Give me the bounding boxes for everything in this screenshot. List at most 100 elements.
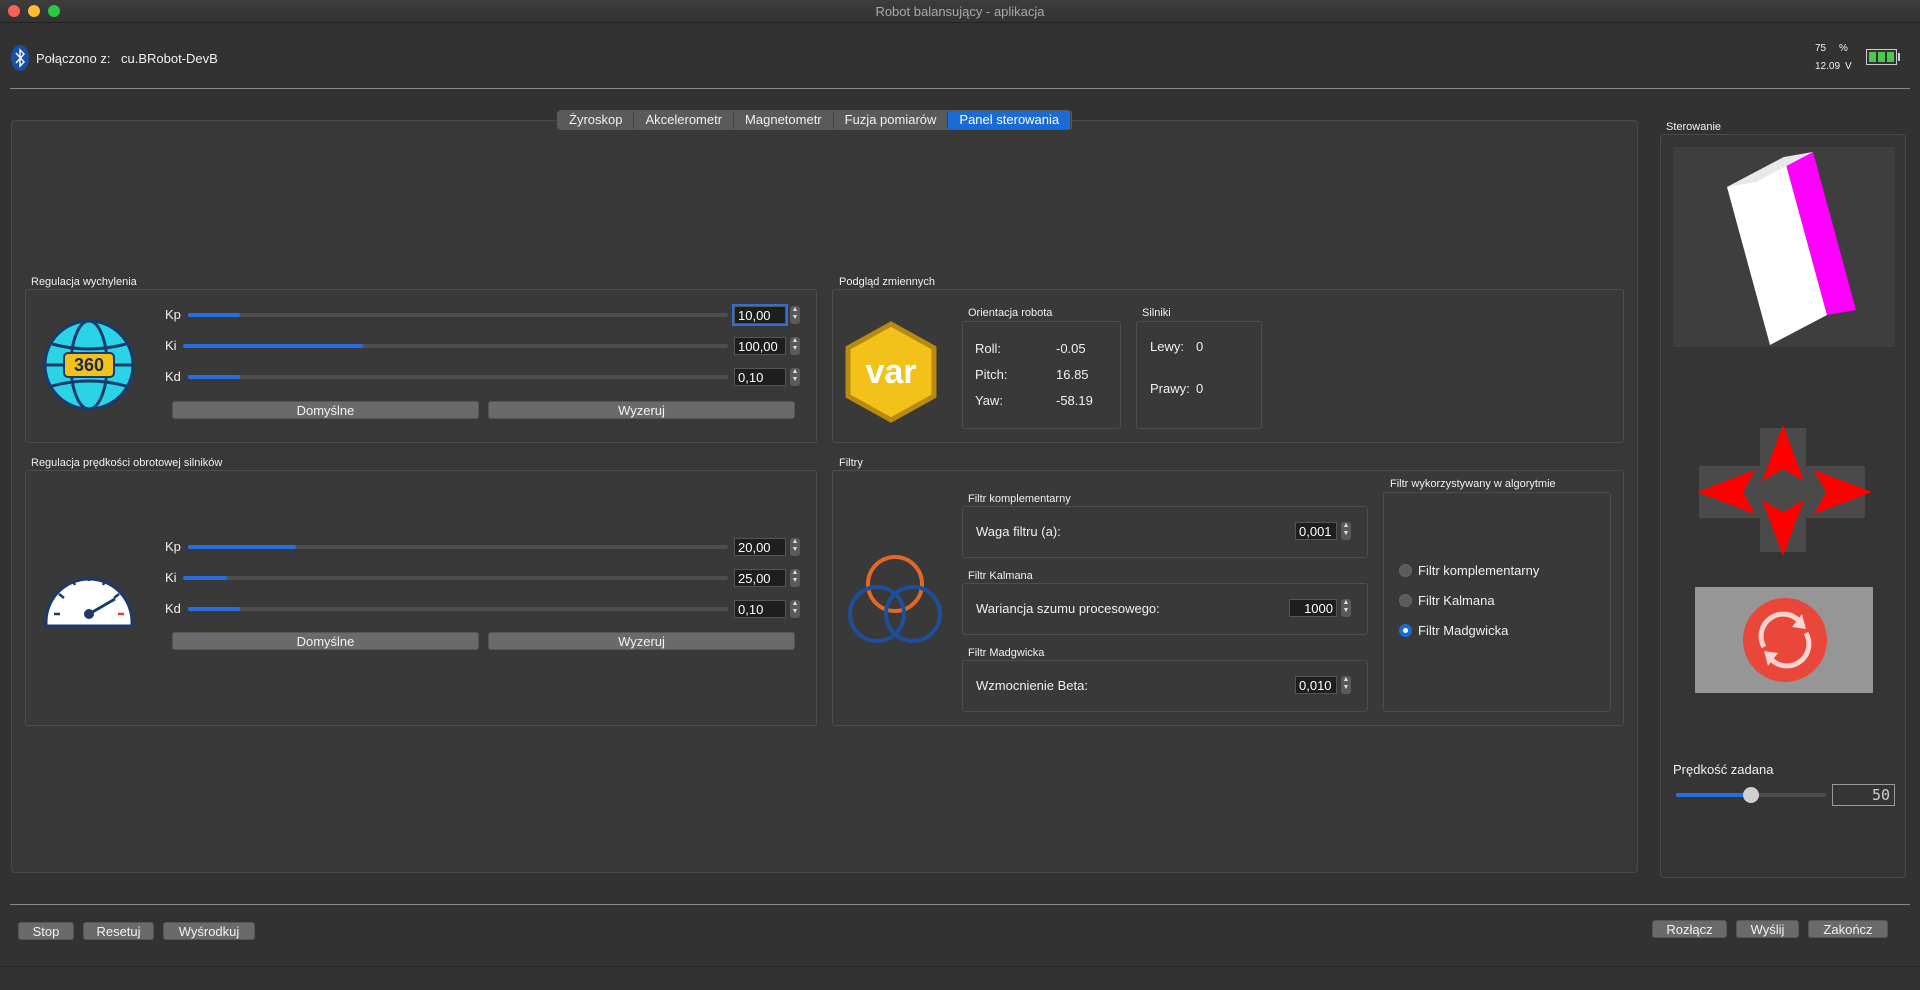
madgwick-beta-stepper[interactable]: ▲ ▼ — [1341, 676, 1351, 694]
arrow-right-icon[interactable] — [1814, 470, 1872, 514]
header-divider — [10, 88, 1910, 89]
right-motor-value: 0 — [1196, 381, 1204, 396]
battery-icon — [1866, 49, 1897, 65]
vars-group-title: Podgląd zmiennych — [839, 276, 936, 288]
tilt-ki-slider[interactable] — [183, 344, 728, 348]
quit-button[interactable]: Zakończ — [1808, 920, 1888, 938]
speed-ki-input[interactable]: 25,00 — [734, 569, 786, 587]
kalman-title: Filtr Kalmana — [968, 570, 1033, 582]
tab-bar: Żyroskop Akcelerometr Magnetometr Fuzja … — [557, 110, 1073, 130]
arrow-up-icon[interactable] — [1762, 425, 1804, 481]
tilt-default-button[interactable]: Domyślne — [172, 401, 479, 419]
yaw-label: Yaw: — [975, 393, 1003, 408]
window-title: Robot balansujący - aplikacja — [875, 4, 1045, 19]
left-motor-label: Lewy: — [1150, 339, 1184, 354]
yaw-value: -58.19 — [1056, 393, 1093, 408]
speed-group-title: Regulacja prędkości obrotowej silników — [31, 457, 223, 469]
speed-kd-stepper[interactable]: ▲ ▼ — [790, 600, 800, 618]
filters-group-title: Filtry — [839, 457, 863, 469]
speed-kp-stepper[interactable]: ▲ ▼ — [790, 538, 800, 556]
arrow-down-icon[interactable] — [1762, 500, 1804, 556]
tilt-kp-input[interactable]: 10,00 — [732, 304, 788, 326]
tab-magnetometer[interactable]: Magnetometr — [734, 111, 834, 129]
connection-label: Połączono z: — [36, 51, 111, 66]
tilt-kp-slider[interactable] — [188, 313, 728, 317]
var-hexagon-icon: var — [845, 321, 937, 423]
speed-group — [25, 470, 817, 726]
tilt-ki-label: Ki — [165, 338, 177, 353]
tilt-kp-label: Kp — [165, 307, 181, 322]
roll-label: Roll: — [975, 341, 1002, 356]
orientation-title: Orientacja robota — [968, 307, 1053, 319]
kalman-radio-label[interactable]: Filtr Kalmana — [1418, 593, 1495, 608]
speed-ki-stepper[interactable]: ▲ ▼ — [790, 569, 800, 587]
battery-percent-unit: % — [1839, 43, 1848, 54]
tab-fusion[interactable]: Fuzja pomiarów — [833, 111, 949, 129]
complementary-weight-input[interactable]: 0,001 — [1295, 522, 1337, 540]
target-speed-slider-handle[interactable] — [1743, 787, 1759, 803]
globe-icon-text: 360 — [74, 355, 104, 375]
tab-control-panel[interactable]: Panel sterowania — [948, 111, 1072, 129]
pitch-value: 16.85 — [1056, 367, 1089, 382]
madgwick-title: Filtr Madgwicka — [968, 647, 1045, 659]
disconnect-button[interactable]: Rozłącz — [1652, 920, 1727, 938]
madgwick-radio-label[interactable]: Filtr Madgwicka — [1418, 623, 1508, 638]
speed-kd-slider[interactable] — [188, 607, 728, 611]
tilt-ki-stepper[interactable]: ▲ ▼ — [790, 337, 800, 355]
center-button[interactable]: Wyśrodkuj — [163, 922, 255, 940]
left-motor-value: 0 — [1196, 339, 1204, 354]
pitch-label: Pitch: — [975, 367, 1008, 382]
arrow-left-icon[interactable] — [1697, 470, 1755, 514]
kalman-radio[interactable] — [1399, 594, 1412, 607]
rotate-button[interactable] — [1695, 587, 1873, 693]
tilt-kd-slider[interactable] — [188, 375, 728, 379]
tab-accelerometer[interactable]: Akcelerometr — [634, 111, 735, 129]
complementary-radio-label[interactable]: Filtr komplementarny — [1418, 563, 1539, 578]
tilt-reset-button[interactable]: Wyzeruj — [488, 401, 795, 419]
tilt-ki-input[interactable]: 100,00 — [734, 337, 786, 355]
kalman-noise-label: Wariancja szumu procesowego: — [976, 601, 1160, 616]
footer-divider — [10, 904, 1910, 905]
right-motor-label: Prawy: — [1150, 381, 1190, 396]
complementary-weight-stepper[interactable]: ▲ ▼ — [1341, 522, 1351, 540]
stop-button[interactable]: Stop — [18, 922, 74, 940]
speed-kp-input[interactable]: 20,00 — [734, 538, 786, 556]
battery-voltage-unit: V — [1845, 61, 1852, 72]
kalman-noise-input[interactable]: 1000 — [1289, 599, 1337, 617]
speed-reset-button[interactable]: Wyzeruj — [488, 632, 795, 650]
send-button[interactable]: Wyślij — [1736, 920, 1799, 938]
tilt-kd-label: Kd — [165, 369, 181, 384]
kalman-noise-stepper[interactable]: ▲ ▼ — [1341, 599, 1351, 617]
reset-button[interactable]: Resetuj — [83, 922, 154, 940]
tilt-kd-stepper[interactable]: ▲ ▼ — [790, 368, 800, 386]
motors-group — [1136, 321, 1262, 429]
speed-ki-label: Ki — [165, 570, 177, 585]
tilt-kd-input[interactable]: 0,10 — [734, 368, 786, 386]
speed-kd-input[interactable]: 0,10 — [734, 600, 786, 618]
complementary-radio[interactable] — [1399, 564, 1412, 577]
target-speed-display: 50 — [1832, 784, 1895, 806]
tab-gyroscope[interactable]: Żyroskop — [558, 111, 635, 129]
tilt-kp-stepper[interactable]: ▲ ▼ — [790, 306, 800, 324]
tilt-group-title: Regulacja wychylenia — [31, 276, 137, 288]
speed-kp-label: Kp — [165, 539, 181, 554]
madgwick-radio[interactable] — [1399, 624, 1412, 637]
bottom-edge — [0, 966, 1920, 967]
roll-value: -0.05 — [1056, 341, 1086, 356]
target-speed-label: Prędkość zadana — [1673, 762, 1774, 777]
speed-default-button[interactable]: Domyślne — [172, 632, 479, 650]
target-speed-slider[interactable] — [1676, 787, 1826, 803]
battery-percent: 75 — [1815, 43, 1827, 54]
robot-3d-view — [1673, 147, 1895, 347]
speedometer-icon — [44, 574, 134, 628]
battery-tip — [1898, 53, 1900, 61]
speed-ki-slider[interactable] — [183, 576, 728, 580]
complementary-title: Filtr komplementarny — [968, 493, 1071, 505]
complementary-weight-label: Waga filtru (a): — [976, 524, 1061, 539]
filter-selection-title: Filtr wykorzystywany w algorytmie — [1390, 478, 1556, 490]
madgwick-beta-label: Wzmocnienie Beta: — [976, 678, 1088, 693]
madgwick-beta-input[interactable]: 0,010 — [1295, 676, 1337, 694]
speed-kp-slider[interactable] — [188, 545, 728, 549]
rotate-icon — [1743, 598, 1827, 682]
var-icon-text: var — [865, 353, 916, 391]
